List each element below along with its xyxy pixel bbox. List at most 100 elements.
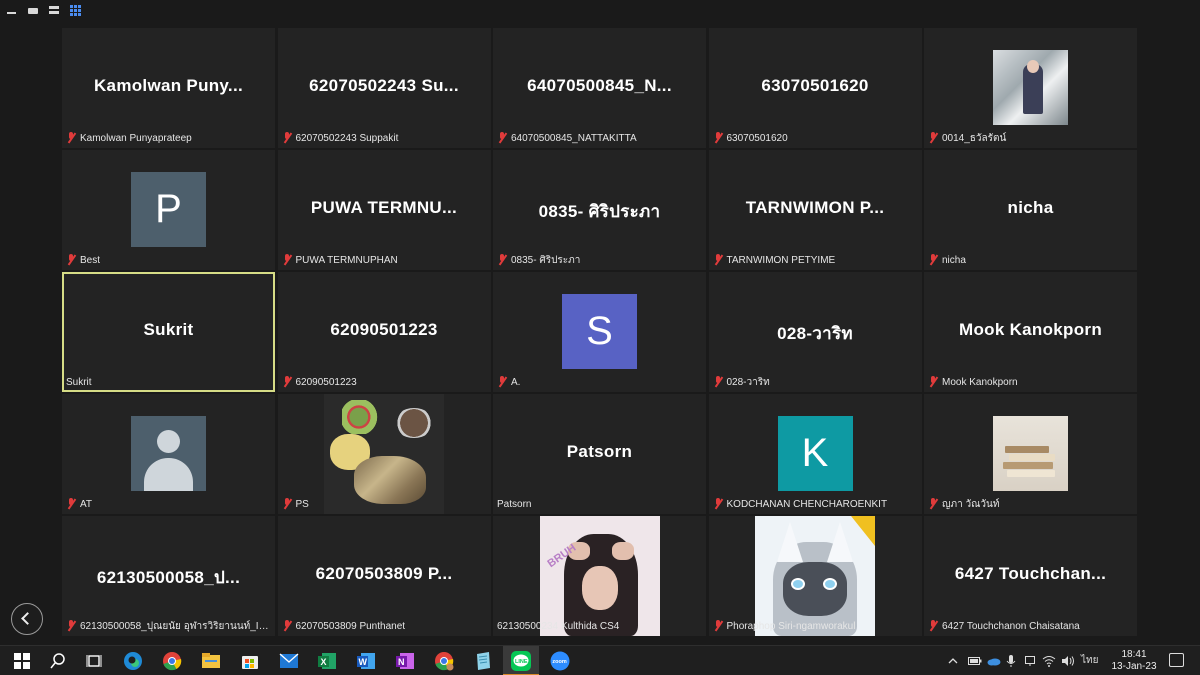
zoom-icon[interactable]: zoom: [549, 650, 571, 672]
participant-tile[interactable]: PUWA TERMNU... PUWA TERMNUPHAN: [277, 150, 491, 270]
windows-start-icon[interactable]: [11, 650, 33, 672]
chrome-icon[interactable]: [161, 650, 183, 672]
participant-tile[interactable]: Mook Kanokporn Mook Kanokporn: [924, 272, 1137, 392]
nameplate: 63070501620: [713, 132, 918, 146]
chevron-up-icon[interactable]: [948, 653, 958, 669]
nameplate: AT: [66, 498, 271, 512]
participant-tile[interactable]: 63070501620 63070501620: [708, 28, 922, 148]
search-icon[interactable]: [47, 650, 69, 672]
battery-icon[interactable]: [968, 653, 982, 669]
onenote-icon[interactable]: N: [394, 650, 416, 672]
participant-name: PS: [295, 499, 309, 510]
notepad-icon[interactable]: [472, 650, 494, 672]
svg-text:X: X: [321, 657, 327, 667]
participant-tile[interactable]: nicha nicha: [924, 150, 1137, 270]
gallery-grid-icon[interactable]: [69, 4, 83, 17]
chrome-profile-icon[interactable]: [433, 650, 455, 672]
display-name: Sukrit: [143, 320, 194, 339]
participant-tile[interactable]: 62130500058_ป... 62130500058_ปุณยนัย อุฬ…: [62, 516, 275, 636]
display-name: 62070503809 P...: [315, 564, 453, 583]
nameplate: Mook Kanokporn: [928, 376, 1133, 390]
participant-tile[interactable]: 62070502243 Su... 62070502243 Suppakit: [277, 28, 491, 148]
participant-tile[interactable]: ญภา วัณวันท์: [924, 394, 1137, 514]
onedrive-icon[interactable]: [987, 653, 1001, 669]
participant-tile[interactable]: 0835- ศิริประภา 0835- ศิริประภา: [493, 150, 706, 270]
line-icon[interactable]: LINE: [503, 646, 539, 675]
svg-text:LINE: LINE: [515, 659, 528, 665]
participant-name: 0014_ธวัลรัตน์: [942, 133, 1007, 144]
input-language[interactable]: ไทย: [1081, 653, 1103, 669]
clock-date: 13-Jan-23: [1111, 661, 1157, 672]
mic-muted-icon: [713, 254, 723, 265]
mic-muted-icon: [282, 376, 292, 387]
display-name: Kamolwan Puny...: [93, 76, 243, 95]
participant-tile[interactable]: 64070500845_N... 64070500845_NATTAKITTA: [493, 28, 706, 148]
mic-muted-icon: [66, 254, 76, 265]
participant-tile[interactable]: K KODCHANAN CHENCHAROENKIT: [708, 394, 922, 514]
participant-tile[interactable]: 62070503809 P... 62070503809 Punthanet: [277, 516, 491, 636]
participant-tile[interactable]: Kamolwan Puny... Kamolwan Punyaprateep: [62, 28, 275, 148]
microphone-icon[interactable]: [1005, 653, 1017, 669]
participant-tile[interactable]: AT: [62, 394, 275, 514]
nameplate: A.: [497, 376, 702, 390]
participant-tile[interactable]: 0014_ธวัลรัตน์: [924, 28, 1137, 148]
nameplate: 6427 Touchchanon Chaisatana: [928, 620, 1133, 634]
task-view-icon[interactable]: [83, 650, 105, 672]
display-name: 62130500058_ป...: [96, 568, 241, 587]
volume-icon[interactable]: [1061, 653, 1075, 669]
mic-muted-icon: [282, 498, 292, 509]
mic-muted-icon: [713, 132, 723, 143]
minimize-icon[interactable]: [5, 4, 19, 17]
mic-muted-icon: [928, 376, 938, 387]
participant-name: Sukrit: [66, 377, 92, 388]
strip-view-icon[interactable]: [47, 4, 61, 17]
previous-page-button[interactable]: [11, 603, 43, 635]
participant-tile[interactable]: 028-วาริท 028-วาริท: [708, 272, 922, 392]
participant-name: A.: [511, 377, 521, 388]
participant-tile[interactable]: BRUH 62130500234 Kulthida CS4: [493, 516, 706, 636]
participant-tile[interactable]: S A.: [493, 272, 706, 392]
display-name: 63070501620: [761, 76, 869, 95]
word-icon[interactable]: W: [355, 650, 377, 672]
nameplate: TARNWIMON PETYIME: [713, 254, 918, 268]
wifi-icon[interactable]: [1042, 653, 1056, 669]
store-icon[interactable]: [239, 650, 261, 672]
mic-muted-icon: [497, 254, 507, 265]
display-icon[interactable]: [1024, 653, 1036, 669]
participant-name: Patsorn: [497, 499, 532, 510]
display-name: Patsorn: [566, 442, 633, 461]
participant-tile[interactable]: PS: [277, 394, 491, 514]
svg-text:W: W: [359, 657, 368, 667]
profile-photo: BRUH: [539, 516, 660, 636]
participant-tile[interactable]: Patsorn Patsorn: [493, 394, 706, 514]
taskbar-clock[interactable]: 18:41 13-Jan-23: [1110, 649, 1158, 673]
participant-tile[interactable]: Phoraphop Siri-ngamworakul: [708, 516, 922, 636]
speaker-view-icon[interactable]: [26, 4, 40, 17]
participant-tile[interactable]: 62090501223 62090501223: [277, 272, 491, 392]
participant-name: Phoraphop Siri-ngamworakul: [726, 621, 856, 632]
mic-muted-icon: [497, 132, 507, 143]
profile-photo: [993, 416, 1068, 491]
participant-tile-active-speaker[interactable]: Sukrit Sukrit: [62, 272, 275, 392]
nameplate: 64070500845_NATTAKITTA: [497, 132, 702, 146]
nameplate: 028-วาริท: [713, 376, 918, 390]
participant-name: ญภา วัณวันท์: [942, 499, 1000, 510]
default-avatar-icon: [131, 416, 206, 491]
edge-icon[interactable]: [122, 650, 144, 672]
participant-tile[interactable]: 6427 Touchchan... 6427 Touchchanon Chais…: [924, 516, 1137, 636]
mic-muted-icon: [713, 498, 723, 509]
participant-name: 6427 Touchchanon Chaisatana: [942, 621, 1080, 632]
avatar-letter: P: [155, 187, 182, 231]
excel-icon[interactable]: X: [316, 650, 338, 672]
nameplate: Sukrit: [66, 376, 271, 390]
nameplate: Patsorn: [497, 498, 702, 512]
participant-tile[interactable]: P Best: [62, 150, 275, 270]
avatar-letter: K: [801, 431, 829, 475]
notification-center-icon[interactable]: [1169, 653, 1184, 667]
mail-icon[interactable]: [278, 650, 300, 672]
mic-muted-icon: [282, 254, 292, 265]
nameplate: 0014_ธวัลรัตน์: [928, 132, 1133, 146]
nameplate: 62070502243 Suppakit: [282, 132, 487, 146]
participant-tile[interactable]: TARNWIMON P... TARNWIMON PETYIME: [708, 150, 922, 270]
file-explorer-icon[interactable]: [200, 650, 222, 672]
